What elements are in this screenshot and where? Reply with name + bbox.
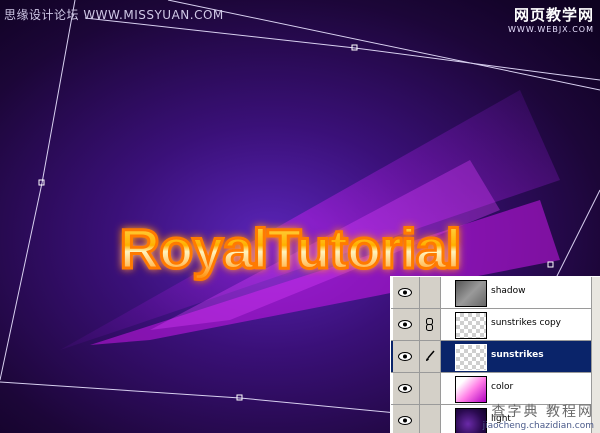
layer-thumbnail <box>455 376 487 403</box>
watermark-bottom-url: jiaocheng.chazidian.com <box>482 421 594 431</box>
layer-row-sunstrikes[interactable]: sunstrikes <box>391 341 591 373</box>
layer-name: color <box>491 382 514 392</box>
layer-thumbnail <box>455 344 487 371</box>
layer-name: sunstrikes copy <box>491 318 561 328</box>
layer-link-slot[interactable] <box>420 373 441 404</box>
layer-thumbnail <box>455 312 487 339</box>
layer-row-sunstrikes-copy[interactable]: sunstrikes copy <box>391 309 591 341</box>
layer-name: sunstrikes <box>491 350 544 360</box>
visibility-toggle[interactable] <box>393 373 420 404</box>
watermark-top-left: 思缘设计论坛 WWW.MISSYUAN.COM <box>4 8 224 22</box>
layer-link-slot[interactable] <box>420 309 441 340</box>
watermark-top-right: 网页教学网 WWW.WEBJX.COM <box>508 4 594 34</box>
royal-tutorial-text: RoyalTutorial <box>120 217 461 280</box>
watermark-bottom-title: 查字典 教程网 <box>491 404 594 420</box>
brush-icon <box>426 350 435 361</box>
eye-icon <box>398 320 412 329</box>
photoshop-document: RoyalTutorial 思缘设计论坛 WWW.MISSYUAN.COM 网页… <box>0 0 600 433</box>
layer-link-slot[interactable] <box>420 277 441 308</box>
layer-thumbnail <box>455 280 487 307</box>
visibility-toggle[interactable] <box>393 405 420 433</box>
visibility-toggle[interactable] <box>393 277 420 308</box>
eye-icon <box>398 384 412 393</box>
layer-name: shadow <box>491 286 526 296</box>
watermark-top-right-title: 网页教学网 <box>513 6 594 24</box>
visibility-toggle[interactable] <box>393 341 420 372</box>
layer-link-slot[interactable] <box>420 405 441 433</box>
watermark-bottom-right: 查字典 教程网 jiaocheng.chazidian.com <box>483 401 594 431</box>
eye-icon <box>398 416 412 425</box>
visibility-toggle[interactable] <box>393 309 420 340</box>
eye-icon <box>398 288 412 297</box>
eye-icon <box>398 352 412 361</box>
watermark-top-right-url: WWW.WEBJX.COM <box>508 25 594 34</box>
chain-icon <box>426 318 433 331</box>
layer-link-slot[interactable] <box>420 341 441 372</box>
layer-row-shadow[interactable]: shadow <box>391 277 591 309</box>
